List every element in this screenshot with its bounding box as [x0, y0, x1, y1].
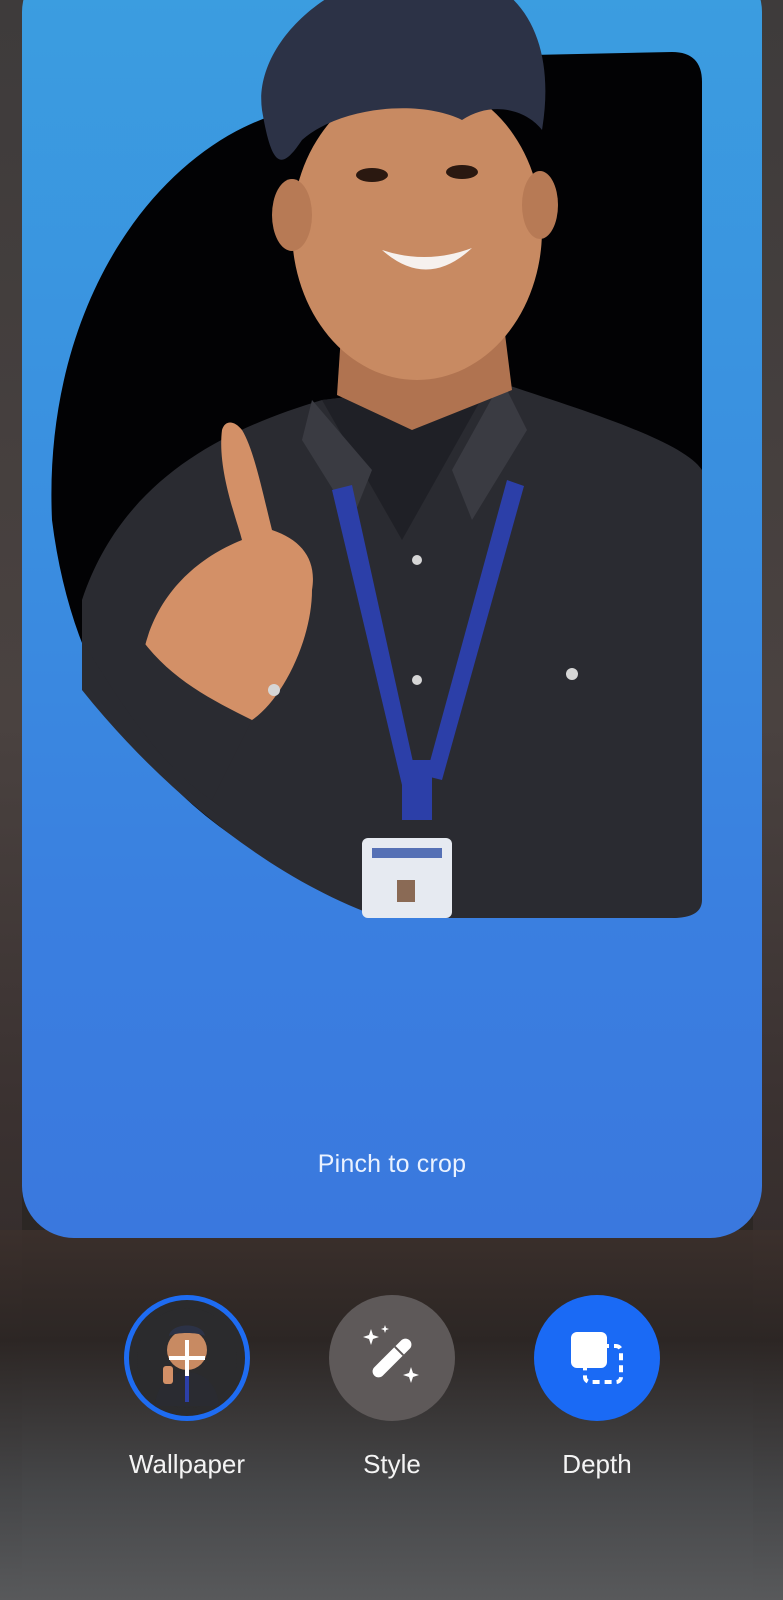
wallpaper-label: Wallpaper	[128, 1449, 246, 1479]
wallpaper-option[interactable]: Wallpaper	[97, 1295, 277, 1480]
depth-layers-icon	[571, 1332, 623, 1384]
crop-hint-text: Pinch to crop	[317, 1150, 467, 1178]
depth-label: Depth	[562, 1449, 632, 1479]
wallpaper-preview-card[interactable]: Pinch to crop	[22, 0, 762, 1238]
style-option[interactable]: Style	[302, 1295, 482, 1480]
wallpaper-thumbnail-icon	[137, 1308, 237, 1408]
magic-wand-icon	[363, 1325, 419, 1383]
depth-button[interactable]	[534, 1295, 660, 1421]
person-photo[interactable]	[22, 0, 762, 1010]
wallpaper-options-bar: Wallpaper Style Depth	[0, 1295, 783, 1495]
wallpaper-button[interactable]	[124, 1295, 250, 1421]
style-label: Style	[363, 1449, 421, 1479]
style-button[interactable]	[329, 1295, 455, 1421]
depth-option[interactable]: Depth	[507, 1295, 687, 1480]
